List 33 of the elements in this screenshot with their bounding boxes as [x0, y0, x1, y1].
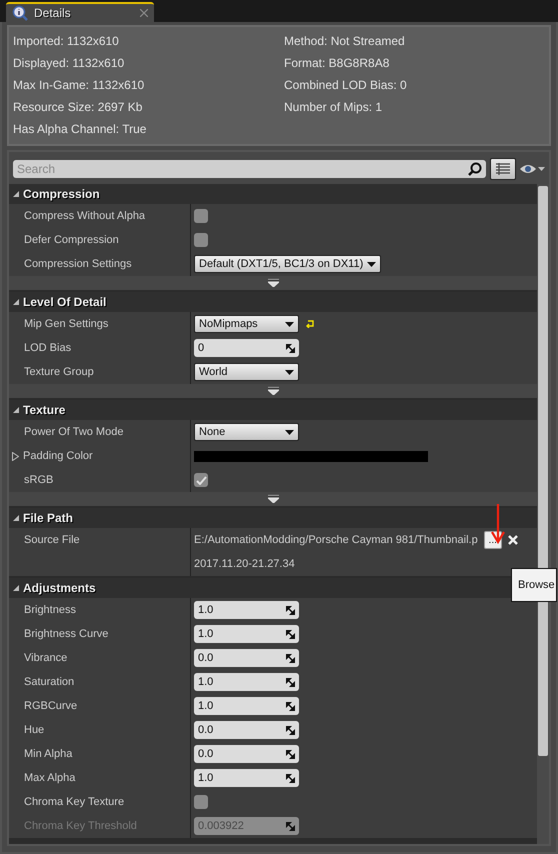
property-label: LOD Bias — [24, 342, 72, 354]
info-text: Method: Not Streamed — [284, 33, 406, 50]
info-text: Max In-Game: 1132x610 — [13, 77, 146, 94]
timestamp-text: 2017.11.20-21.27.34 — [194, 558, 295, 570]
tooltip: Browse — [511, 568, 557, 602]
property-label: Mip Gen Settings — [24, 318, 108, 330]
property-label: sRGB — [24, 474, 54, 486]
tab-title: Details — [34, 6, 72, 20]
info-text: Resource Size: 2697 Kb — [13, 99, 144, 116]
info-text: Imported: 1132x610 — [13, 33, 120, 50]
property-label: Hue — [24, 724, 44, 736]
property-label: Max Alpha — [24, 772, 76, 784]
info-text: Format: B8G8R8A8 — [284, 55, 390, 72]
info-text: Number of Mips: 1 — [284, 99, 384, 116]
info-text: Has Alpha Channel: True — [13, 121, 148, 138]
property-label: Defer Compression — [24, 234, 119, 246]
info-text: Displayed: 1132x610 — [13, 55, 126, 72]
property-label: Texture Group — [24, 366, 94, 378]
property-label: Brightness Curve — [24, 628, 108, 640]
property-label: RGBCurve — [24, 700, 78, 712]
property-label: Saturation — [24, 676, 74, 688]
property-label: Power Of Two Mode — [24, 426, 124, 438]
property-label: Compression Settings — [24, 258, 132, 270]
property-label: Padding Color — [23, 450, 93, 462]
property-label: Chroma Key Threshold — [24, 820, 137, 832]
property-label: Source File — [24, 534, 80, 546]
property-label: Min Alpha — [24, 748, 72, 760]
file-path-text: E:/AutomationModding/Porsche Cayman 981/Thumbnail.p — [194, 534, 478, 546]
property-label: Chroma Key Texture — [24, 796, 124, 808]
property-label: Compress Without Alpha — [24, 210, 146, 222]
property-label: Vibrance — [24, 652, 68, 664]
info-text: Combined LOD Bias: 0 — [284, 77, 408, 94]
property-label: Brightness — [24, 604, 76, 616]
